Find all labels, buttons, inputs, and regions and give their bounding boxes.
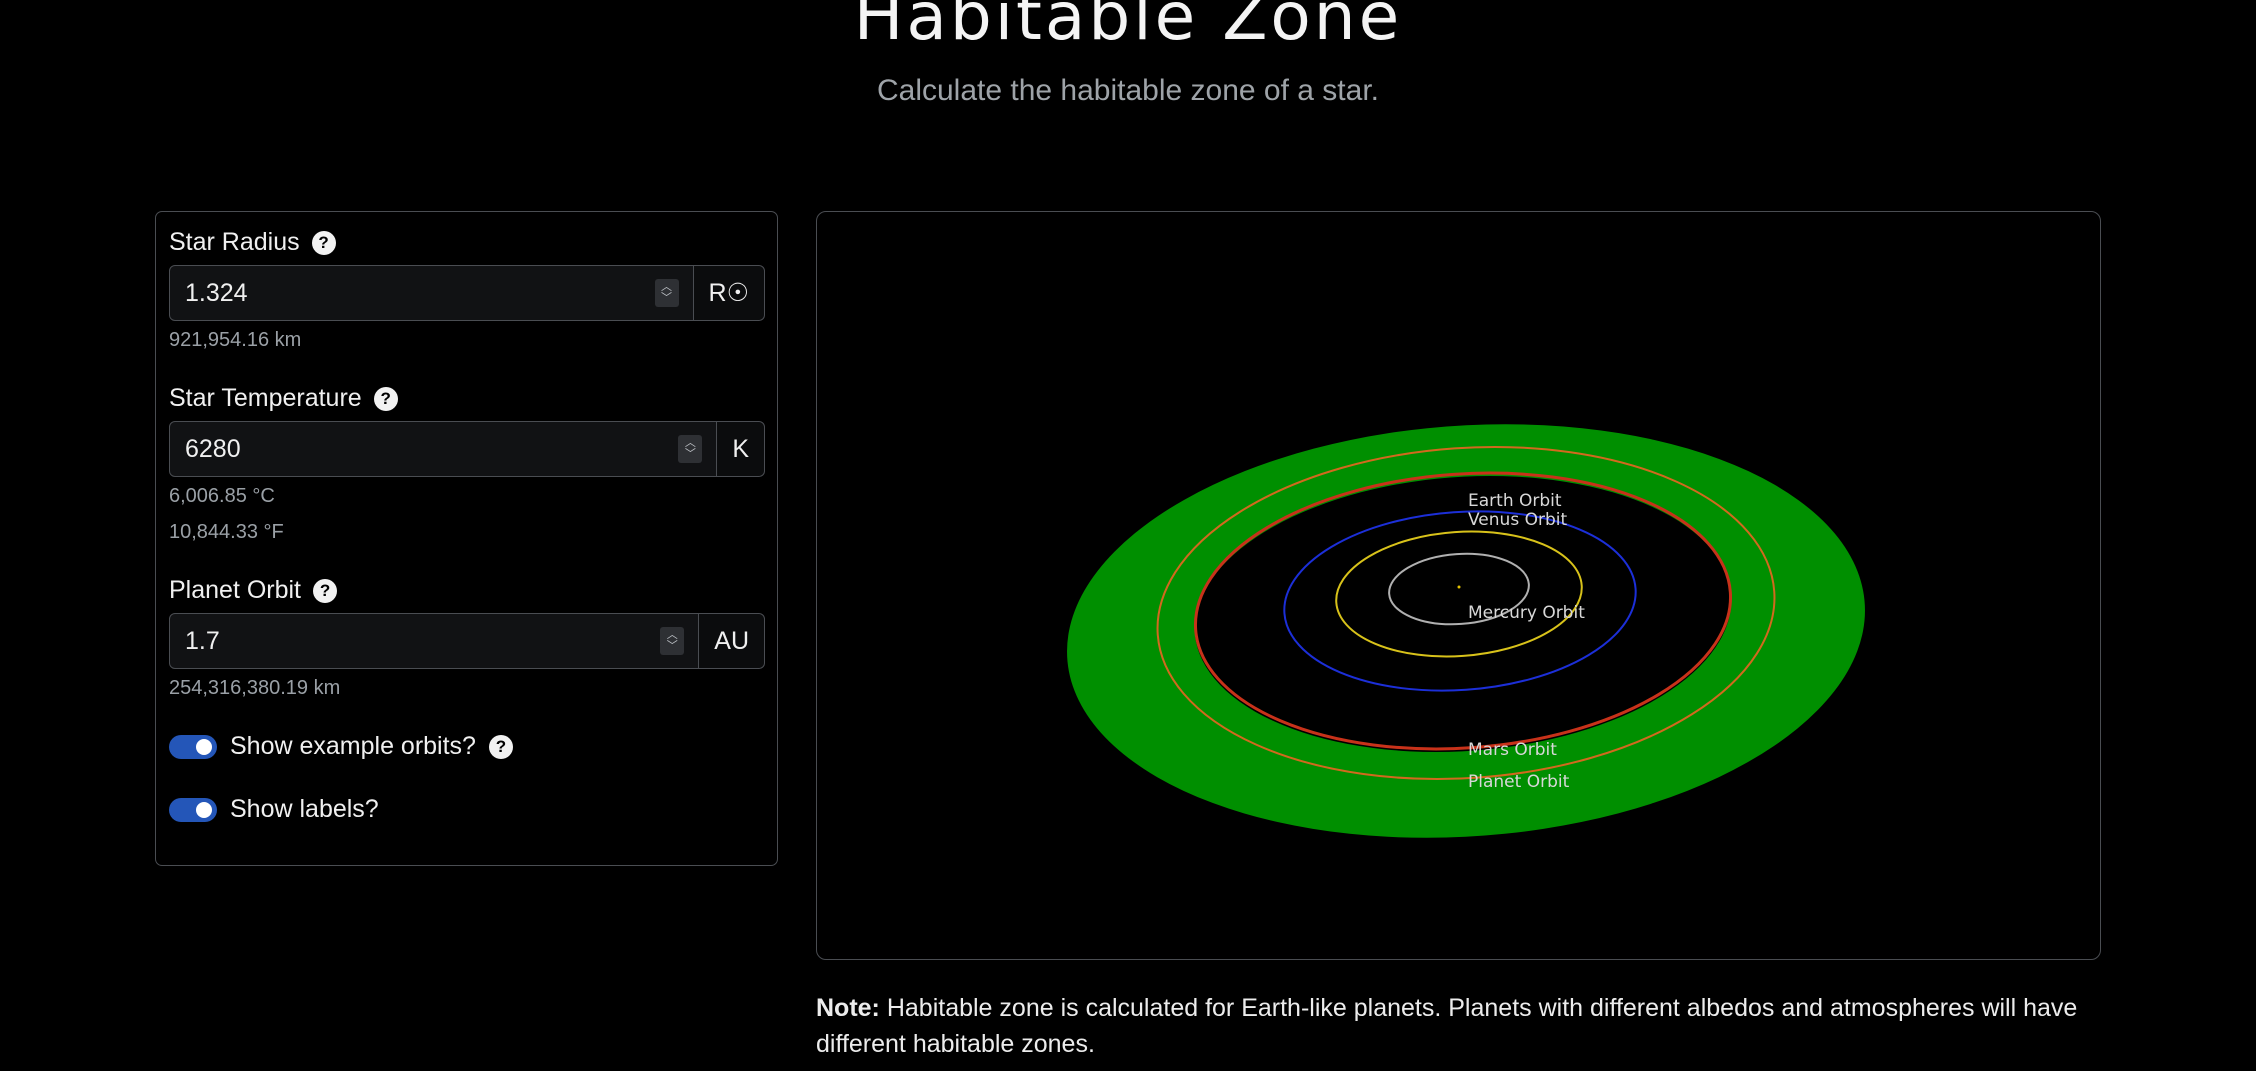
planet-orbit-label: Planet Orbit bbox=[169, 576, 302, 604]
star-radius-label-row: Star Radius ? bbox=[169, 228, 336, 257]
planet-orbit-stepper[interactable]: ︿ ﹀ bbox=[660, 627, 685, 655]
planet-orbit-label: Planet Orbit bbox=[1468, 772, 1570, 792]
star-temperature-label-row: Star Temperature ? bbox=[169, 384, 398, 413]
planet-orbit-input-group: ︿﹀ AU bbox=[169, 613, 765, 669]
star-temperature-unit: K bbox=[716, 422, 764, 476]
page: Habitable Zone Calculate the habitable z… bbox=[0, 0, 2256, 1071]
planet-orbit-input[interactable] bbox=[170, 614, 661, 668]
settings-panel: Star Radius ? ︿﹀ R☉ 921,954.16 km Star T… bbox=[155, 211, 778, 866]
page-title: Habitable Zone bbox=[853, 0, 1403, 55]
star-temperature-stepper[interactable]: ︿ ﹀ bbox=[678, 435, 703, 463]
star-radius-input-group: ︿﹀ R☉ bbox=[169, 265, 765, 321]
habitable-zone bbox=[1067, 424, 1865, 838]
show-labels-toggle[interactable] bbox=[169, 797, 217, 822]
orbit-visualization[interactable]: Earth Orbit Venus Orbit Mercury Orbit Ma… bbox=[816, 211, 2101, 960]
note-prefix: Note: bbox=[816, 994, 880, 1022]
star-temperature-input-group: ︿﹀ K bbox=[169, 421, 765, 477]
show-labels-label: Show labels? bbox=[230, 795, 379, 823]
habitable-zone-note: Note: Habitable zone is calculated for E… bbox=[816, 990, 2106, 1062]
star-radius-label: Star Radius bbox=[169, 228, 300, 256]
show-labels-row: Show labels? bbox=[169, 795, 379, 824]
star-temperature-celsius: 6,006.85 °C bbox=[169, 485, 275, 507]
star bbox=[1457, 585, 1461, 589]
orbit-canvas: Earth Orbit Venus Orbit Mercury Orbit Ma… bbox=[1067, 424, 1865, 838]
star-temperature-input[interactable] bbox=[170, 422, 679, 476]
planet-orbit-unit: AU bbox=[698, 614, 764, 668]
star-temperature-help-icon[interactable]: ? bbox=[373, 386, 398, 411]
star-radius-unit: R☉ bbox=[692, 266, 764, 320]
star-radius-help-icon[interactable]: ? bbox=[311, 230, 336, 255]
star-temperature-fahrenheit: 10,844.33 °F bbox=[169, 521, 284, 543]
page-subtitle: Calculate the habitable zone of a star. bbox=[876, 74, 1379, 107]
show-example-orbits-toggle[interactable] bbox=[169, 734, 217, 759]
note-text: Habitable zone is calculated for Earth-l… bbox=[816, 994, 2078, 1058]
show-example-orbits-help-icon[interactable]: ? bbox=[488, 734, 513, 759]
show-example-orbits-label: Show example orbits? bbox=[230, 732, 476, 760]
planet-orbit-label-row: Planet Orbit ? bbox=[169, 576, 338, 605]
venus-orbit-label: Venus Orbit bbox=[1468, 510, 1567, 530]
earth-orbit-label: Earth Orbit bbox=[1468, 491, 1562, 511]
mercury-orbit-label: Mercury Orbit bbox=[1468, 603, 1585, 623]
earth-orbit bbox=[1283, 510, 1637, 692]
star-radius-stepper[interactable]: ︿ ﹀ bbox=[654, 279, 679, 307]
star-temperature-label: Star Temperature bbox=[169, 384, 362, 412]
venus-orbit bbox=[1335, 530, 1583, 658]
planet-orbit-help-icon[interactable]: ? bbox=[313, 578, 338, 603]
show-example-orbits-row: Show example orbits? ? bbox=[169, 732, 513, 761]
planet-orbit-km: 254,316,380.19 km bbox=[169, 677, 341, 699]
mars-orbit-label: Mars Orbit bbox=[1468, 740, 1557, 760]
star-radius-input[interactable] bbox=[170, 266, 655, 320]
star-radius-km: 921,954.16 km bbox=[169, 329, 302, 351]
